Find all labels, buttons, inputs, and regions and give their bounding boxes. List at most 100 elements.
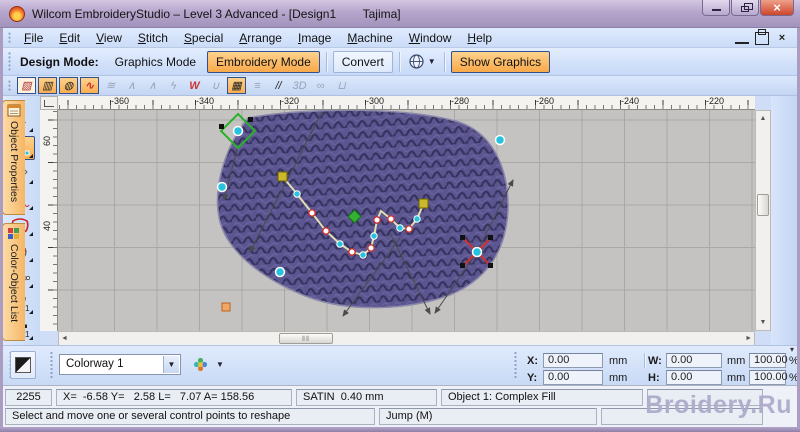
restore-button[interactable] <box>731 0 759 16</box>
w-label: W: <box>648 355 662 367</box>
mdi-close-button[interactable]: × <box>775 31 789 44</box>
menu-bar: File Edit View Stitch Special Arrange Im… <box>3 28 797 48</box>
visualizer-icon[interactable]: ∞ <box>311 77 330 94</box>
ruler-label: -240 <box>621 96 640 106</box>
scroll-down-icon[interactable]: ▼ <box>756 316 770 329</box>
h-field[interactable]: 0.00 <box>666 370 722 385</box>
convert-button[interactable]: Convert <box>332 50 393 73</box>
pattern-fill-icon[interactable]: ▨ <box>17 77 36 94</box>
window-border <box>0 28 3 432</box>
program-split-icon[interactable]: ▦ <box>227 77 246 94</box>
w-field[interactable]: 0.00 <box>666 353 722 368</box>
stitch-count: 2255 <box>5 389 52 406</box>
separator <box>443 51 445 72</box>
menu-window[interactable]: Window <box>401 29 460 47</box>
tab-object-properties[interactable]: Object Properties <box>2 100 25 215</box>
toolbar-overflow-icon[interactable]: ▾ <box>790 345 794 354</box>
separator <box>325 51 327 72</box>
toolbar-grip <box>7 78 12 93</box>
vertical-scrollbar[interactable]: ▲ ▼ <box>755 110 771 331</box>
tab-color-object-list[interactable]: Color-Object List <box>2 223 25 341</box>
minimize-button[interactable] <box>702 0 730 16</box>
embroidery-mode-button[interactable]: Embroidery Mode <box>207 50 320 73</box>
input-a-icon[interactable]: ≋ <box>101 77 120 94</box>
x-field[interactable]: 0.00 <box>543 353 603 368</box>
background-color-button[interactable] <box>10 351 36 379</box>
lightning-stitch-icon[interactable]: ϟ <box>164 77 183 94</box>
chevron-down-icon[interactable]: ▼ <box>216 360 224 369</box>
menu-special[interactable]: Special <box>176 29 231 47</box>
horizontal-scroll-thumb[interactable]: ⦀⦀ <box>279 333 333 344</box>
toolbar-grip <box>513 352 518 378</box>
minimize-icon <box>735 31 749 44</box>
toolbar-grip <box>7 52 12 71</box>
ruler-label: 60 <box>42 135 52 146</box>
freehand-stitch-icon[interactable]: W <box>185 77 204 94</box>
menu-edit[interactable]: Edit <box>51 29 88 47</box>
unit-mm: mm <box>609 372 628 384</box>
bitmap-icon <box>15 357 31 373</box>
h-label: H: <box>648 372 660 384</box>
ruler-origin-button[interactable] <box>40 96 58 110</box>
vertical-scroll-thumb[interactable] <box>757 194 769 216</box>
watermark: Broidery.Ru <box>645 391 792 419</box>
restore-icon <box>741 2 753 12</box>
y-field[interactable]: 0.00 <box>543 370 603 385</box>
menu-machine[interactable]: Machine <box>339 29 400 47</box>
object-info: Object 1: Complex Fill <box>441 389 643 406</box>
zigzag-fill-icon[interactable]: ∿ <box>80 77 99 94</box>
show-graphics-button[interactable]: Show Graphics <box>450 50 551 73</box>
unit-mm: mm <box>727 355 746 367</box>
toolbar-grip <box>7 30 12 45</box>
menu-stitch[interactable]: Stitch <box>130 29 176 47</box>
satin-lines-icon[interactable]: ≡ <box>248 77 267 94</box>
mdi-minimize-button[interactable] <box>735 31 749 44</box>
ruler-label: -360 <box>111 96 130 106</box>
3d-effect-icon[interactable]: 3D <box>290 77 309 94</box>
chevron-down-icon[interactable]: ▼ <box>163 356 179 373</box>
close-button[interactable]: × <box>760 0 794 16</box>
app-flame-icon <box>9 6 25 22</box>
menu-help[interactable]: Help <box>459 29 500 47</box>
hatch-fill-icon[interactable]: // <box>269 77 288 94</box>
ruler-label: -280 <box>451 96 470 106</box>
backstitch-icon[interactable]: ∪ <box>206 77 225 94</box>
design-canvas[interactable] <box>58 110 755 331</box>
x-label: X: <box>527 355 538 367</box>
tatami-fill-icon[interactable]: ▥ <box>38 77 57 94</box>
menu-arrange[interactable]: Arrange <box>231 29 290 47</box>
colorway-editor-button[interactable] <box>189 354 211 375</box>
ruler-label: -300 <box>366 96 385 106</box>
ruler-label: -260 <box>536 96 555 106</box>
graphics-mode-button[interactable]: Graphics Mode <box>106 51 205 73</box>
ruler-label: 40 <box>42 220 52 231</box>
scroll-right-icon[interactable]: ► <box>745 332 752 345</box>
colorway-select[interactable]: Colorway 1 ▼ <box>59 354 181 375</box>
stitch-type-info: SATIN 0.40 mm <box>296 389 437 406</box>
design-mode-label: Design Mode: <box>20 54 99 69</box>
scroll-left-icon[interactable]: ◄ <box>61 332 68 345</box>
colorway-value: Colorway 1 <box>66 358 124 370</box>
ruler-label: -220 <box>706 96 725 106</box>
input-c-icon[interactable]: ∧ <box>143 77 162 94</box>
motif-fill-icon[interactable]: ◍ <box>59 77 78 94</box>
menu-view[interactable]: View <box>88 29 130 47</box>
scale-h-field[interactable]: 100.00 <box>749 370 788 385</box>
embroidery-object <box>216 110 514 317</box>
chevron-down-icon: ▼ <box>427 57 436 66</box>
pointer-coordinates: X= -6.58 Y= 2.58 L= 7.07 A= 158.56 <box>56 389 292 406</box>
applique-icon[interactable]: ⊔ <box>332 77 351 94</box>
input-b-icon[interactable]: ∧ <box>122 77 141 94</box>
horizontal-scrollbar[interactable]: ◄ ⦀⦀ ► <box>58 331 755 346</box>
restore-icon <box>755 29 769 45</box>
mdi-restore-button[interactable] <box>755 29 769 45</box>
scale-w-field[interactable]: 100.00 <box>749 353 788 368</box>
scroll-up-icon[interactable]: ▲ <box>756 112 770 125</box>
horizontal-ruler: -360 -340 -320 -300 -280 -260 -240 -220 <box>58 96 755 110</box>
design-mode-toolbar: Design Mode: Graphics Mode Embroidery Mo… <box>3 48 797 76</box>
separator <box>398 51 400 72</box>
window-title: Wilcom EmbroideryStudio – Level 3 Advanc… <box>32 7 401 21</box>
menu-file[interactable]: File <box>16 29 51 47</box>
menu-image[interactable]: Image <box>290 29 339 47</box>
hoop-globe-button[interactable]: ▼ <box>405 51 439 72</box>
